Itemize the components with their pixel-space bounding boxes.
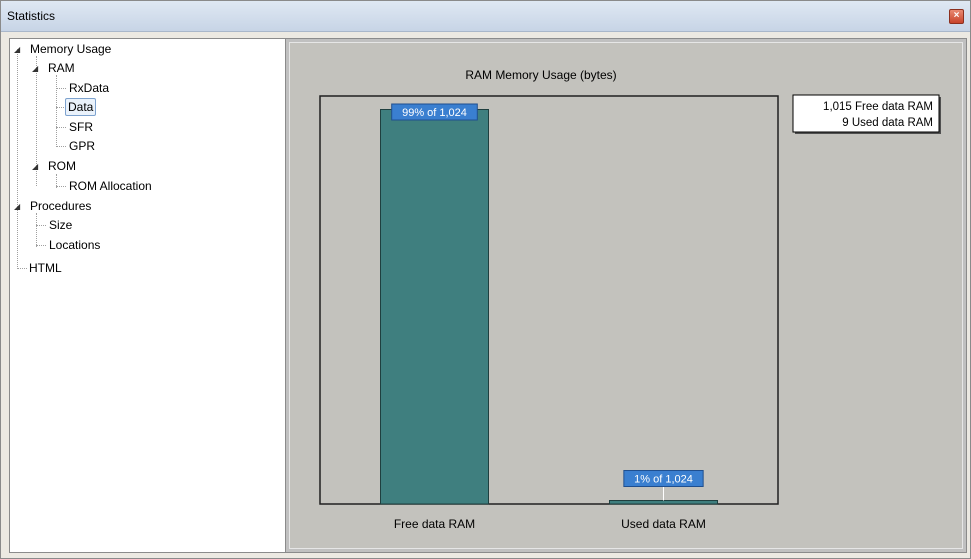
tree-item-data[interactable]: Data — [10, 98, 280, 116]
tree-item-sfr[interactable]: SFR — [10, 118, 280, 136]
tree-item-label: SFR — [69, 120, 93, 134]
x-tick-label: Used data RAM — [621, 517, 706, 531]
close-button[interactable]: × — [949, 9, 964, 24]
ram-usage-chart: RAM Memory Usage (bytes) 99% of 1,024 Fre… — [319, 68, 941, 531]
data-label: 1% of 1,024 — [634, 474, 693, 486]
tree-item-label: GPR — [69, 139, 96, 153]
tree-item-rxdata[interactable]: RxData — [10, 79, 280, 97]
tree-item-rom[interactable]: ◢ ROM — [10, 157, 280, 175]
tree-item-procedures[interactable]: ◢ Procedures — [10, 197, 280, 215]
tree-item-ram[interactable]: ◢ RAM — [10, 59, 280, 77]
tree-item-gpr[interactable]: GPR — [10, 137, 280, 155]
tree-item-label: RAM — [48, 61, 75, 75]
data-label: 99% of 1,024 — [402, 107, 467, 119]
collapse-triangle-icon[interactable]: ◢ — [14, 202, 23, 211]
close-icon: × — [953, 10, 960, 21]
tree-item-label: HTML — [29, 261, 62, 275]
legend-entry: 9 Used data RAM — [842, 117, 933, 129]
tree-item-label: ROM Allocation — [69, 179, 152, 193]
tree-item-memory-usage[interactable]: ◢ Memory Usage — [10, 40, 280, 58]
tree-item-size[interactable]: Size — [10, 216, 280, 234]
tree-item-label: Memory Usage — [30, 42, 112, 56]
collapse-triangle-icon[interactable]: ◢ — [32, 64, 41, 73]
tree-item-locations[interactable]: Locations — [10, 236, 280, 254]
chart-panel: RAM Memory Usage (bytes) 99% of 1,024 Fre… — [285, 38, 967, 553]
collapse-triangle-icon[interactable]: ◢ — [32, 162, 41, 171]
tree-item-label: ROM — [48, 159, 76, 173]
chart-legend: 1,015 Free data RAM 9 Used data RAM — [792, 94, 941, 134]
window-title: Statistics — [7, 9, 56, 23]
statistics-window: Statistics × ◢ Memory Usage ◢ RAM RxData… — [0, 0, 971, 559]
chart-area: RAM Memory Usage (bytes) 99% of 1,024 Fre… — [289, 42, 963, 549]
statistics-tree: ◢ Memory Usage ◢ RAM RxData Data SFR GPR… — [9, 38, 286, 553]
bar — [380, 108, 489, 505]
tree-item-html[interactable]: HTML — [10, 259, 280, 277]
tree-item-label: Procedures — [30, 199, 92, 213]
tree-item-label-selected: Data — [65, 98, 97, 116]
tree-item-label: Locations — [49, 238, 101, 252]
title-bar: Statistics × — [1, 1, 970, 32]
collapse-triangle-icon[interactable]: ◢ — [14, 45, 23, 54]
x-tick-label: Free data RAM — [394, 517, 475, 531]
tree-item-label: Size — [49, 218, 73, 232]
tree-item-rom-allocation[interactable]: ROM Allocation — [10, 177, 280, 195]
legend-entry: 1,015 Free data RAM — [823, 101, 933, 113]
bar — [609, 500, 718, 505]
chart-title: RAM Memory Usage (bytes) — [465, 68, 616, 82]
tree-item-label: RxData — [69, 81, 110, 95]
chart-plot: 99% of 1,024 Free data RAM 1% of 1,024 Used… — [319, 95, 779, 531]
